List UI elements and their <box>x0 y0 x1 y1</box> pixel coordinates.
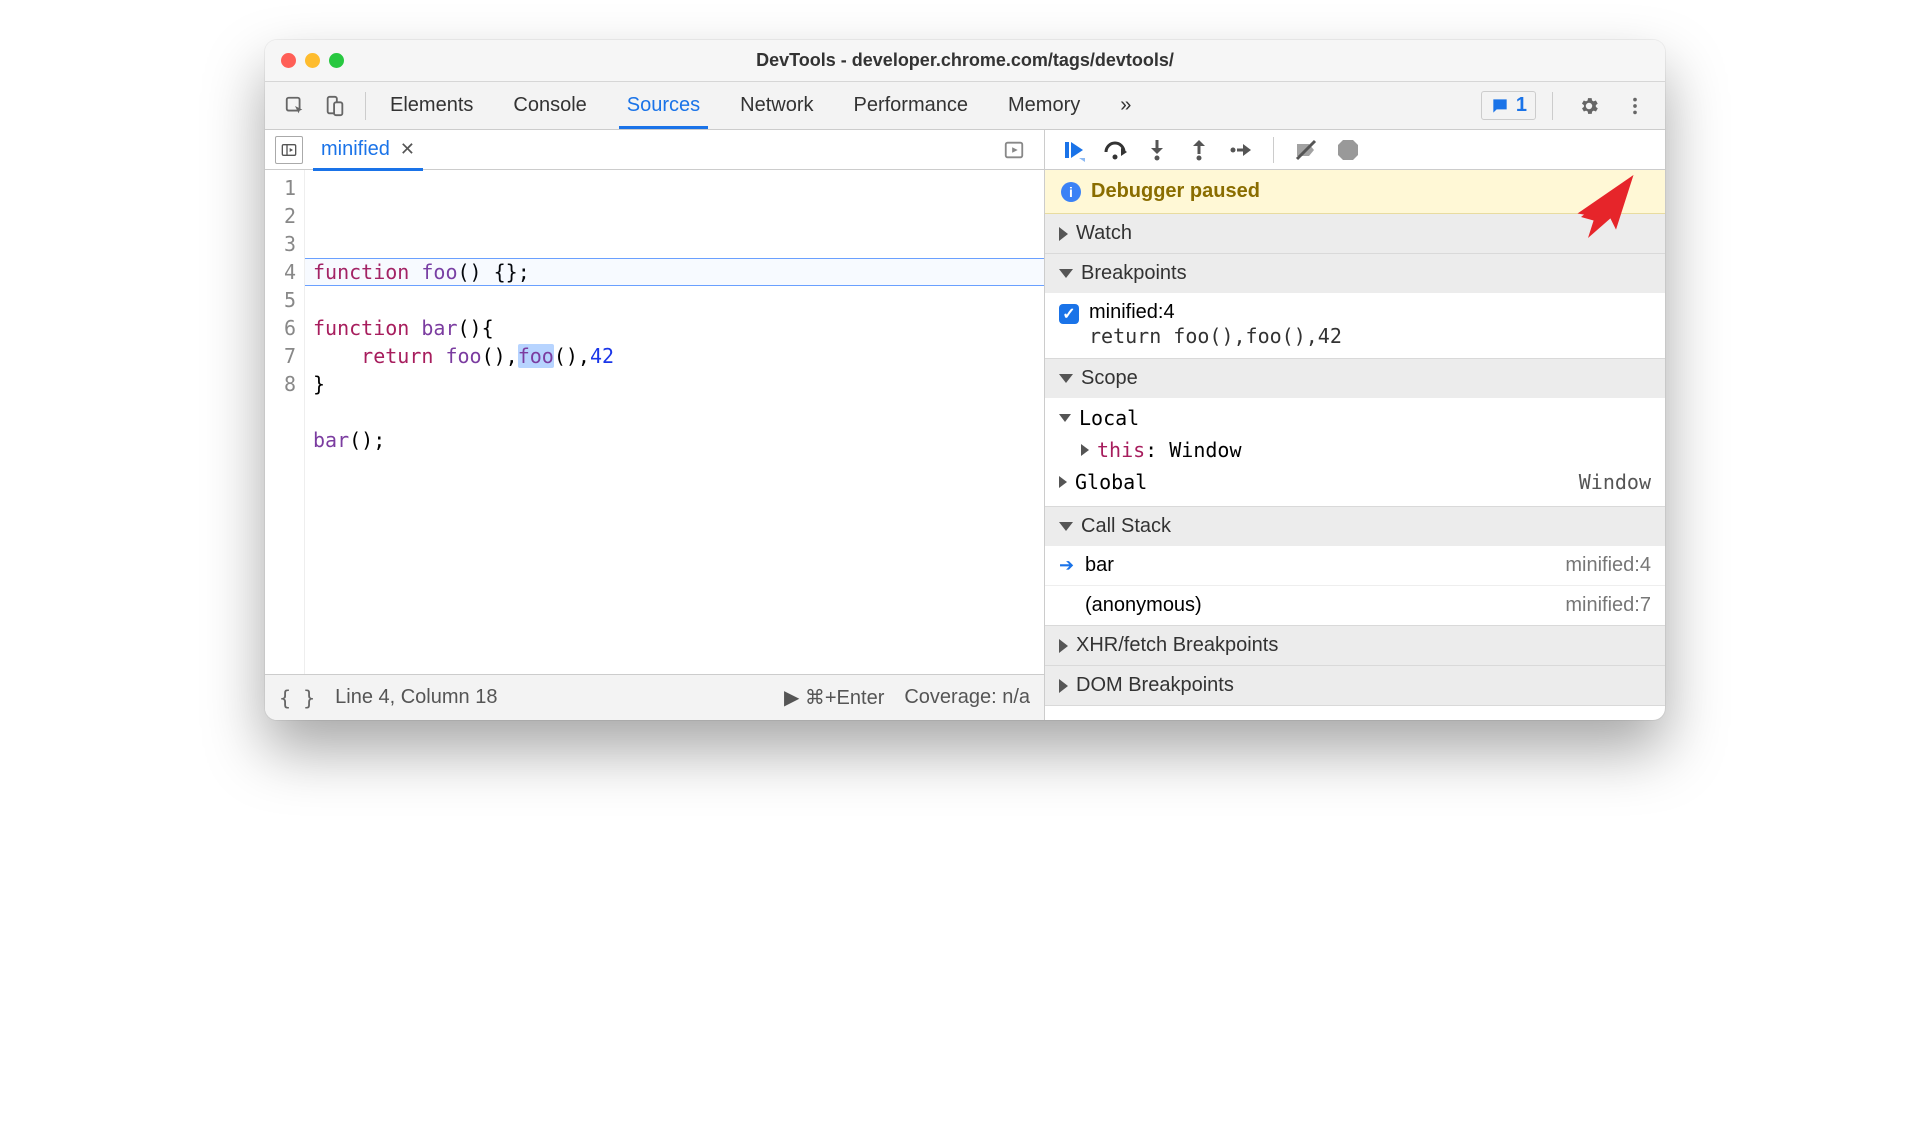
close-icon[interactable]: ✕ <box>400 139 415 160</box>
execution-line-highlight <box>305 258 1044 286</box>
tab-sources[interactable]: Sources <box>625 83 702 128</box>
device-toggle-icon[interactable] <box>321 92 349 120</box>
chevron-down-icon <box>1059 374 1073 383</box>
tab-elements[interactable]: Elements <box>388 83 475 128</box>
devtools-window: DevTools - developer.chrome.com/tags/dev… <box>265 40 1665 720</box>
divider <box>365 92 366 120</box>
panel-tabs: Elements Console Sources Network Perform… <box>388 83 1133 128</box>
window-title: DevTools - developer.chrome.com/tags/dev… <box>265 50 1665 71</box>
chevron-right-icon <box>1059 639 1068 653</box>
step-icon[interactable] <box>1227 136 1255 164</box>
resume-icon[interactable] <box>1059 136 1087 164</box>
tabs-overflow[interactable]: » <box>1118 83 1133 128</box>
breakpoints-body: ✓ minified:4 return foo(),foo(),42 <box>1045 293 1665 358</box>
window-controls <box>281 53 344 68</box>
chevron-down-icon <box>1059 522 1073 531</box>
chevron-right-icon <box>1059 227 1068 241</box>
line-gutter: 12345678 <box>265 170 305 674</box>
deactivate-breakpoints-icon[interactable] <box>1292 136 1320 164</box>
debugger-panel: i Debugger paused Watch Breakpoints <box>1045 130 1665 720</box>
xhr-breakpoints-header[interactable]: XHR/fetch Breakpoints <box>1045 626 1665 665</box>
callstack-frame[interactable]: (anonymous)minified:7 <box>1045 586 1665 625</box>
coverage-status: Coverage: n/a <box>904 686 1030 709</box>
chevron-right-icon <box>1059 476 1067 488</box>
main-tabstrip: Elements Console Sources Network Perform… <box>265 82 1665 130</box>
file-tab[interactable]: minified ✕ <box>313 131 423 168</box>
kebab-menu-icon[interactable] <box>1621 92 1649 120</box>
titlebar: DevTools - developer.chrome.com/tags/dev… <box>265 40 1665 82</box>
watch-section-header[interactable]: Watch <box>1045 214 1665 253</box>
dom-breakpoints-header[interactable]: DOM Breakpoints <box>1045 666 1665 705</box>
snippet-run-icon[interactable] <box>1000 136 1028 164</box>
breakpoint-item[interactable]: ✓ minified:4 return foo(),foo(),42 <box>1059 301 1651 348</box>
zoom-window-button[interactable] <box>329 53 344 68</box>
callstack-frame[interactable]: ➔barminified:4 <box>1045 546 1665 586</box>
code-area[interactable]: function foo() {}; function bar(){ retur… <box>305 170 1044 674</box>
chevron-down-icon <box>1059 269 1073 278</box>
file-tab-bar: minified ✕ <box>265 130 1044 170</box>
tab-console[interactable]: Console <box>511 83 588 128</box>
info-icon: i <box>1061 182 1081 202</box>
checkbox-checked-icon[interactable]: ✓ <box>1059 304 1079 324</box>
divider <box>1273 137 1274 163</box>
breakpoints-section-header[interactable]: Breakpoints <box>1045 254 1665 293</box>
issues-count: 1 <box>1516 94 1527 117</box>
settings-icon[interactable] <box>1575 92 1603 120</box>
debugger-toolbar <box>1045 130 1665 170</box>
inspect-icon[interactable] <box>281 92 309 120</box>
step-into-icon[interactable] <box>1143 136 1171 164</box>
cursor-position: Line 4, Column 18 <box>335 686 497 709</box>
chevron-right-icon <box>1059 679 1068 693</box>
breakpoint-label: minified:4 <box>1089 301 1342 324</box>
scope-body: Local this: Window Global Window <box>1045 398 1665 506</box>
tab-network[interactable]: Network <box>738 83 815 128</box>
scope-global[interactable]: Global Window <box>1045 466 1665 498</box>
scope-this[interactable]: this: Window <box>1045 434 1665 466</box>
editor-statusbar: { } Line 4, Column 18 ▶ ⌘+Enter Coverage… <box>265 674 1044 720</box>
callstack-section-header[interactable]: Call Stack <box>1045 507 1665 546</box>
breakpoint-code: return foo(),foo(),42 <box>1089 324 1342 348</box>
issues-badge[interactable]: 1 <box>1481 91 1536 120</box>
pretty-print-icon[interactable]: { } <box>279 686 315 710</box>
step-over-icon[interactable] <box>1101 136 1129 164</box>
callstack-body: ➔barminified:4(anonymous)minified:7 <box>1045 546 1665 625</box>
minimize-window-button[interactable] <box>305 53 320 68</box>
tab-memory[interactable]: Memory <box>1006 83 1082 128</box>
pause-exceptions-icon[interactable] <box>1334 136 1362 164</box>
close-window-button[interactable] <box>281 53 296 68</box>
sources-panel: minified ✕ 12345678 function foo() {}; f… <box>265 130 1045 720</box>
debugger-paused-banner: i Debugger paused <box>1045 170 1665 214</box>
debugger-status: Debugger paused <box>1091 180 1260 203</box>
scope-local[interactable]: Local <box>1045 402 1665 434</box>
chevron-right-icon <box>1081 444 1089 456</box>
navigator-toggle-icon[interactable] <box>275 136 303 164</box>
tab-performance[interactable]: Performance <box>852 83 971 128</box>
scope-section-header[interactable]: Scope <box>1045 359 1665 398</box>
chevron-down-icon <box>1059 414 1071 422</box>
step-out-icon[interactable] <box>1185 136 1213 164</box>
file-tab-label: minified <box>321 138 390 161</box>
divider <box>1552 92 1553 120</box>
code-editor[interactable]: 12345678 function foo() {}; function bar… <box>265 170 1044 674</box>
run-shortcut[interactable]: ▶ ⌘+Enter <box>784 685 884 710</box>
